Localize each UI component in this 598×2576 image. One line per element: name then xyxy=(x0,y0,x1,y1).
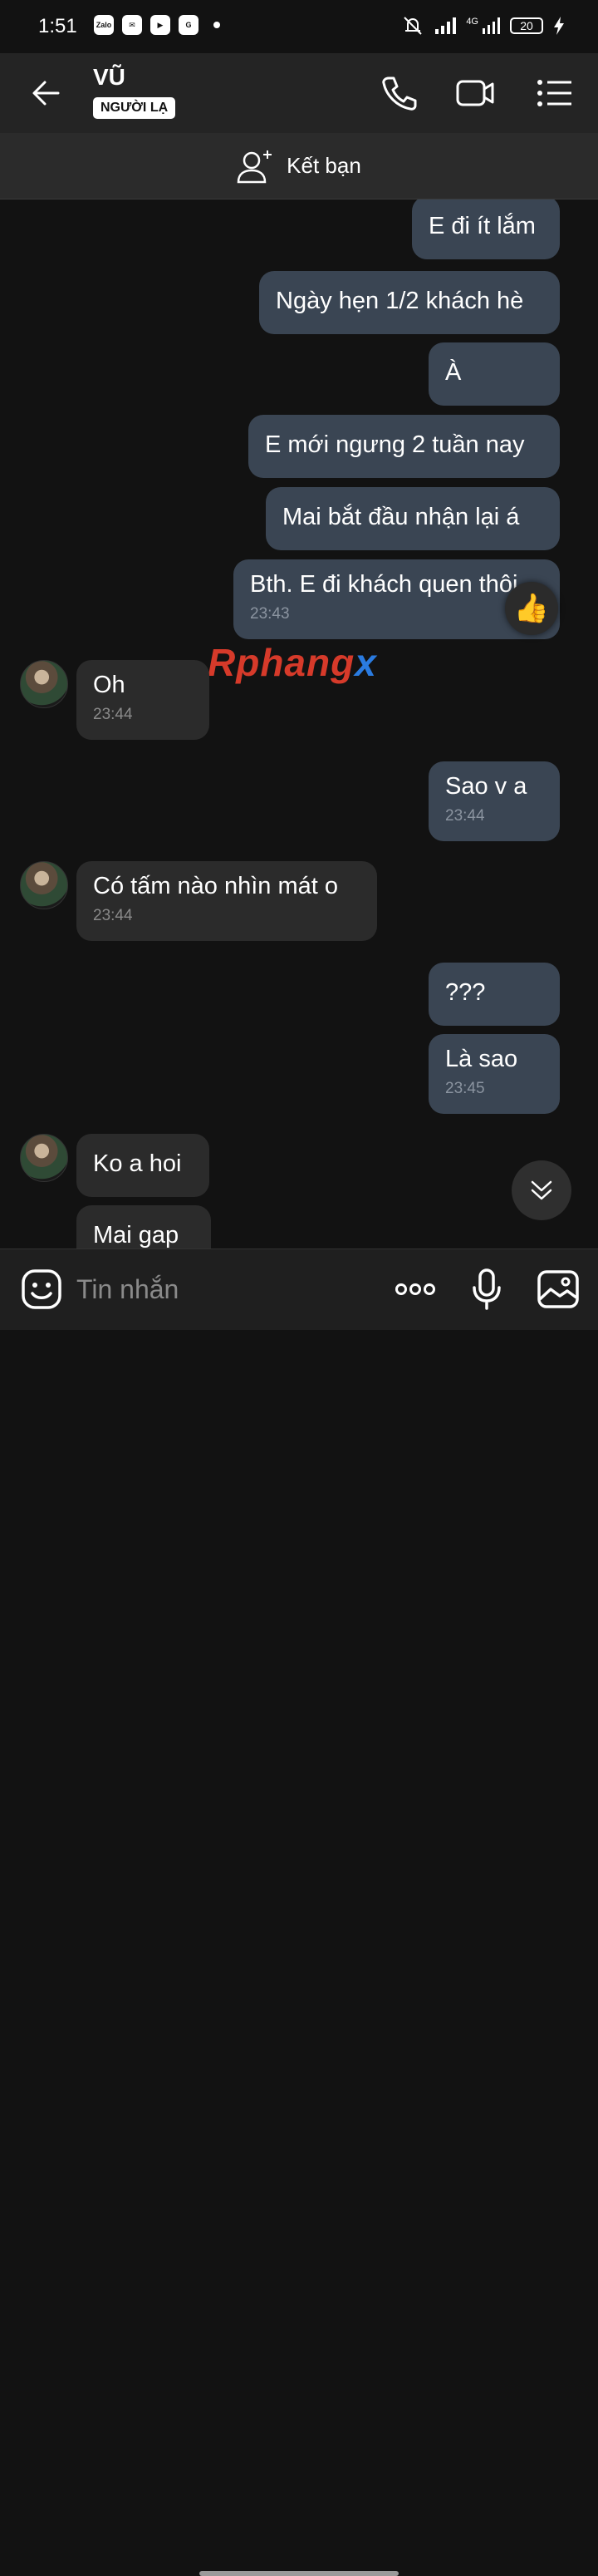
message-text: Ngày hẹn 1/2 khách hè xyxy=(276,288,524,314)
message-text: Sao v a xyxy=(445,773,527,800)
more-dots-icon[interactable] xyxy=(394,1268,437,1311)
home-indicator[interactable] xyxy=(199,2571,399,2576)
message-text: ??? xyxy=(445,979,486,1006)
message-text: Mai gap xyxy=(93,1222,179,1249)
message-text: Oh xyxy=(93,672,125,698)
image-gallery-icon[interactable] xyxy=(537,1268,580,1311)
google-app-icon: G xyxy=(179,15,199,35)
system-icons: 4G 20 xyxy=(401,15,565,37)
scroll-to-bottom-button[interactable] xyxy=(512,1160,571,1220)
back-arrow-icon[interactable] xyxy=(30,76,63,110)
signal-4g-icon xyxy=(483,17,500,34)
contact-avatar[interactable] xyxy=(20,1134,68,1182)
message-bubble-sent[interactable]: E mới ngưng 2 tuần nay xyxy=(248,415,560,478)
message-bubble-received[interactable]: Có tấm nào nhìn mát o 23:44 xyxy=(76,861,377,941)
thumbs-up-icon[interactable]: 👍 xyxy=(505,582,558,635)
message-bubble-sent[interactable]: ??? xyxy=(429,963,560,1026)
signal-icon xyxy=(435,17,457,34)
message-composer: Tin nhắn xyxy=(0,1249,598,2576)
message-bubble-received[interactable]: Oh 23:44 xyxy=(76,660,209,740)
more-notifications-dot xyxy=(213,22,220,28)
status-bar: 1:51 Zalo ✉ ▶ G 4G 20 xyxy=(0,0,598,53)
message-bubble-sent[interactable]: Mai bắt đầu nhận lại á xyxy=(266,487,560,550)
contact-name[interactable]: VŨ xyxy=(93,64,125,91)
add-friend-button[interactable]: Kết bạn xyxy=(0,133,598,199)
message-time: 23:45 xyxy=(445,1080,485,1097)
add-friend-label: Kết bạn xyxy=(287,153,361,178)
contact-avatar[interactable] xyxy=(20,660,68,708)
message-bubble-sent[interactable]: E đi ít lắm xyxy=(412,199,560,259)
message-input[interactable]: Tin nhắn xyxy=(76,1274,179,1305)
youtube-app-icon: ▶ xyxy=(150,15,170,35)
status-time: 1:51 xyxy=(38,15,77,37)
double-chevron-down-icon xyxy=(531,1180,552,1200)
mute-bell-icon xyxy=(404,17,423,35)
message-text: E mới ngưng 2 tuần nay xyxy=(265,431,525,458)
zalo-app-icon: Zalo xyxy=(94,15,114,35)
message-text: Có tấm nào nhìn mát o xyxy=(93,873,338,899)
message-time: 23:44 xyxy=(93,907,133,924)
watermark: Rphangx xyxy=(208,641,377,684)
battery-indicator: 20 xyxy=(510,17,543,34)
message-time: 23:44 xyxy=(445,807,485,825)
stranger-badge: NGƯỜI LẠ xyxy=(93,97,176,119)
contact-avatar[interactable] xyxy=(20,861,68,909)
message-bubble-sent[interactable]: Là sao 23:45 xyxy=(429,1034,560,1114)
message-list[interactable]: E đi ít lắm Ngày hẹn 1/2 khách hè À E mớ… xyxy=(0,199,598,1249)
network-type: 4G xyxy=(466,17,478,27)
message-bubble-sent[interactable]: À xyxy=(429,342,560,406)
charging-bolt-icon xyxy=(554,17,564,35)
message-bubble-received[interactable]: Mai gap xyxy=(76,1205,211,1249)
message-text: À xyxy=(445,359,462,386)
message-text: Mai bắt đầu nhận lại á xyxy=(282,504,520,530)
message-text: E đi ít lắm xyxy=(429,213,536,239)
message-time: 23:43 xyxy=(250,605,290,623)
message-text: Là sao xyxy=(445,1046,518,1072)
message-bubble-sent[interactable]: Ngày hẹn 1/2 khách hè xyxy=(259,271,560,334)
emoji-sticker-icon[interactable] xyxy=(20,1268,63,1311)
message-time: 23:44 xyxy=(93,706,133,723)
microphone-icon[interactable] xyxy=(465,1268,508,1311)
message-bubble-sent[interactable]: Sao v a 23:44 xyxy=(429,761,560,841)
message-bubble-received[interactable]: Ko a hoi xyxy=(76,1134,209,1197)
menu-list-icon[interactable] xyxy=(535,73,575,113)
messenger-app-icon: ✉ xyxy=(122,15,142,35)
video-camera-icon[interactable] xyxy=(455,73,495,113)
message-text: Ko a hoi xyxy=(93,1150,182,1177)
notification-icons: Zalo ✉ ▶ G xyxy=(94,15,220,35)
chat-header: VŨ NGƯỜI LẠ xyxy=(0,53,598,133)
phone-icon[interactable] xyxy=(379,73,419,113)
message-text: Bth. E đi khách quen thôi xyxy=(250,571,518,598)
add-user-icon xyxy=(237,150,272,183)
